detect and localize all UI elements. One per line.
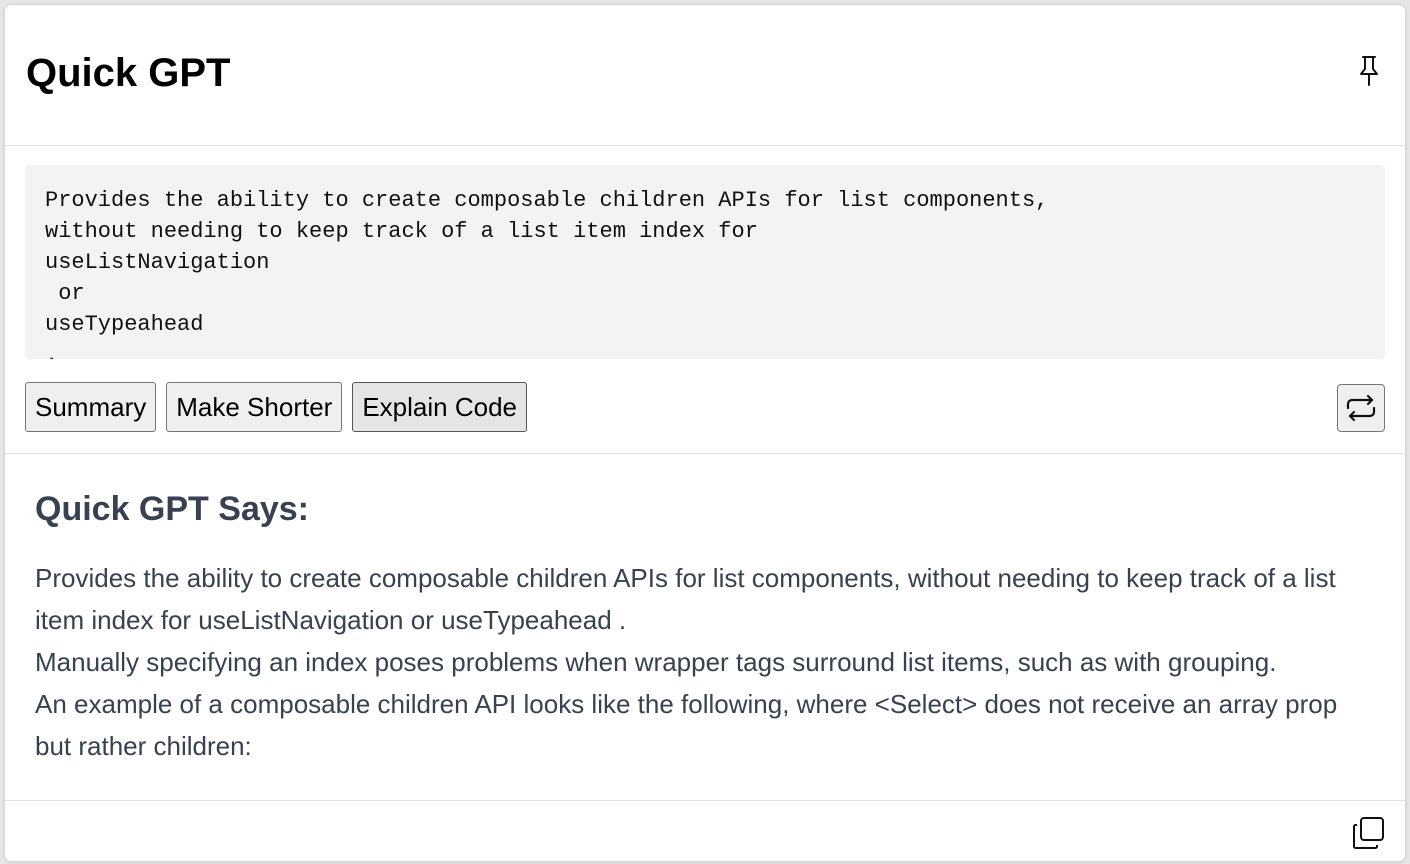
summary-button[interactable]: Summary (25, 382, 157, 432)
response-paragraph: Provides the ability to create composabl… (35, 563, 1336, 635)
copy-icon (1353, 817, 1384, 849)
quick-gpt-panel: Quick GPT Provides the ability to create… (5, 5, 1405, 861)
explain-code-button[interactable]: Explain Code (352, 382, 527, 432)
panel-title: Quick GPT (26, 51, 231, 95)
action-buttons: Summary Make Shorter Explain Code (25, 382, 527, 434)
selected-text: Provides the ability to create composabl… (45, 188, 1049, 359)
pin-button[interactable] (1353, 53, 1385, 89)
repeat-icon (1346, 394, 1376, 422)
panel-footer (5, 800, 1405, 861)
copy-button[interactable] (1351, 815, 1387, 851)
selected-text-box[interactable]: Provides the ability to create composabl… (25, 165, 1385, 359)
make-shorter-button[interactable]: Make Shorter (166, 382, 343, 432)
response-body: Provides the ability to create composabl… (35, 557, 1380, 767)
section-divider (5, 453, 1405, 454)
pin-icon (1360, 56, 1378, 86)
response-paragraph: An example of a composable children API … (35, 689, 1338, 761)
response-heading: Quick GPT Says: (35, 490, 309, 528)
response-paragraph: Manually specifying an index poses probl… (35, 647, 1277, 677)
response-section: Quick GPT Says: Provides the ability to … (35, 487, 1380, 767)
panel-header: Quick GPT (5, 5, 1405, 146)
regenerate-button[interactable] (1337, 384, 1385, 432)
